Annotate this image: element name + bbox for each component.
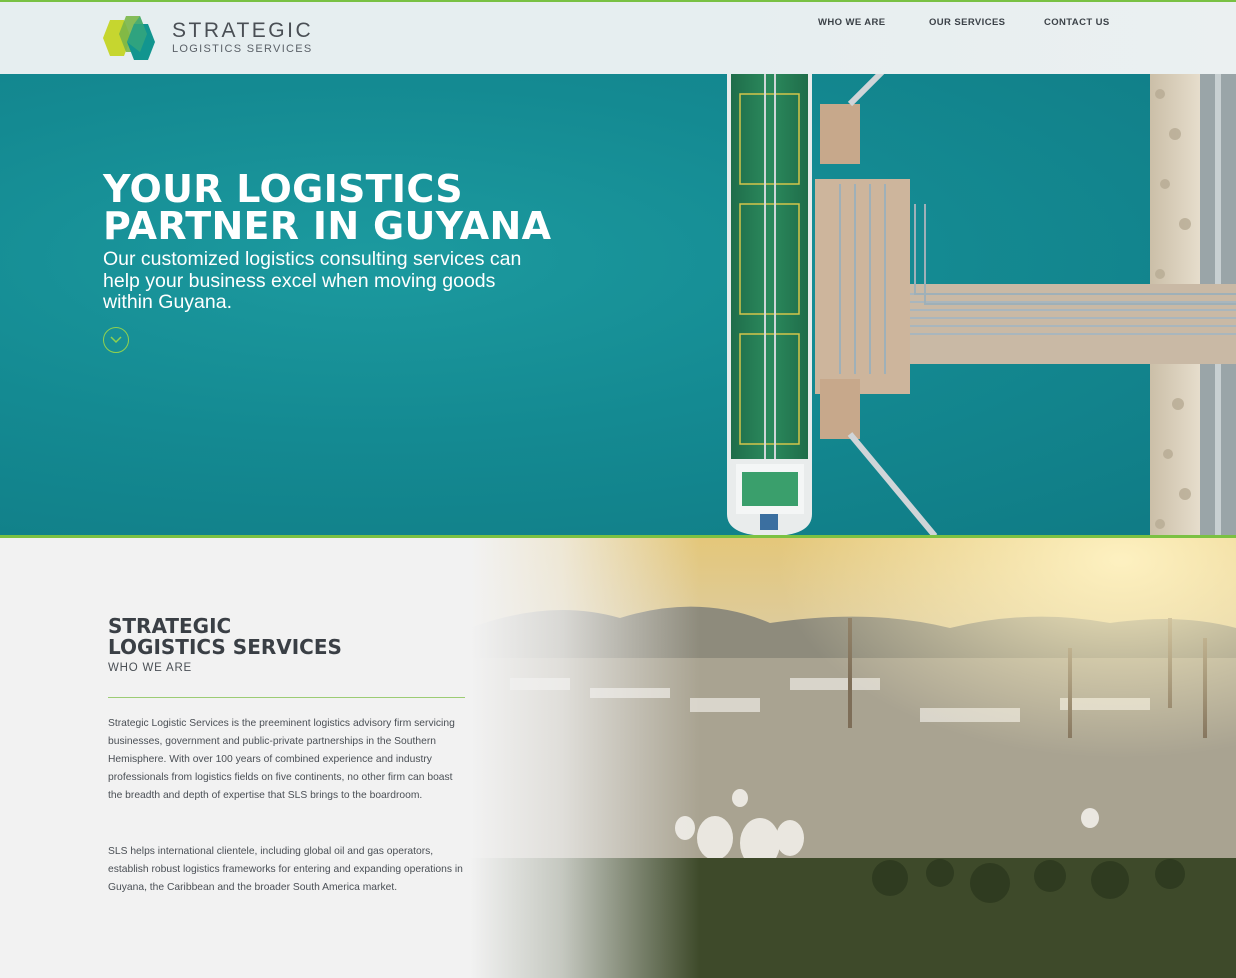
about-paragraph-2: SLS helps international clientele, inclu… bbox=[108, 846, 463, 893]
nav-our-services[interactable]: OUR SERVICES bbox=[929, 17, 1005, 28]
nav-contact-us[interactable]: CONTACT US bbox=[1044, 17, 1110, 28]
hero-title: YOUR LOGISTICS PARTNER IN GUYANA bbox=[103, 167, 623, 248]
about-paragraph-1: Strategic Logistic Services is the preem… bbox=[108, 718, 455, 801]
site-header: STRATEGIC LOGISTICS SERVICES WHO WE ARE … bbox=[0, 0, 1236, 74]
hero-subtitle: Our customized logistics consulting serv… bbox=[103, 248, 522, 313]
about-section-label: WHO WE ARE bbox=[108, 662, 193, 674]
hero-section: YOUR LOGISTICS PARTNER IN GUYANA Our cus… bbox=[0, 74, 1236, 536]
top-accent-line bbox=[0, 0, 1236, 2]
about-title: STRATEGIC LOGISTICS SERVICES bbox=[108, 616, 342, 658]
scroll-down-button[interactable] bbox=[103, 327, 129, 353]
about-title-line-1: STRATEGIC bbox=[108, 614, 232, 638]
about-section: STRATEGIC LOGISTICS SERVICES WHO WE ARE … bbox=[0, 538, 1236, 978]
hero-divider bbox=[0, 535, 1236, 538]
about-title-line-2: LOGISTICS SERVICES bbox=[108, 635, 342, 659]
chevron-down-icon bbox=[110, 336, 122, 344]
logo-tagline: LOGISTICS SERVICES bbox=[172, 43, 313, 55]
about-divider bbox=[108, 697, 465, 698]
nav-who-we-are[interactable]: WHO WE ARE bbox=[818, 17, 886, 28]
refinery-image bbox=[470, 538, 1236, 978]
hero-title-line-1: YOUR LOGISTICS bbox=[103, 167, 463, 211]
main-nav: WHO WE ARE OUR SERVICES CONTACT US bbox=[0, 17, 1236, 31]
hero-title-line-2: PARTNER IN GUYANA bbox=[103, 204, 552, 248]
